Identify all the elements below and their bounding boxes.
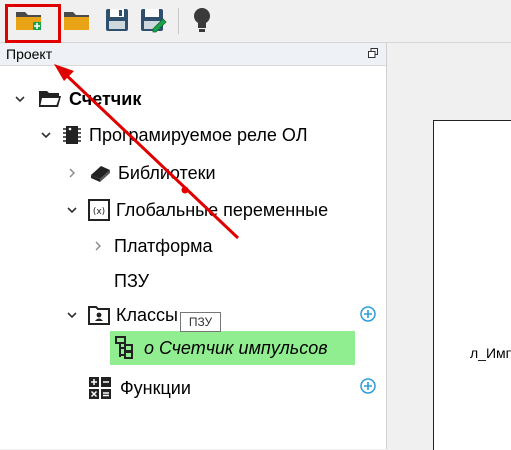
annotation-arrow (54, 64, 240, 240)
